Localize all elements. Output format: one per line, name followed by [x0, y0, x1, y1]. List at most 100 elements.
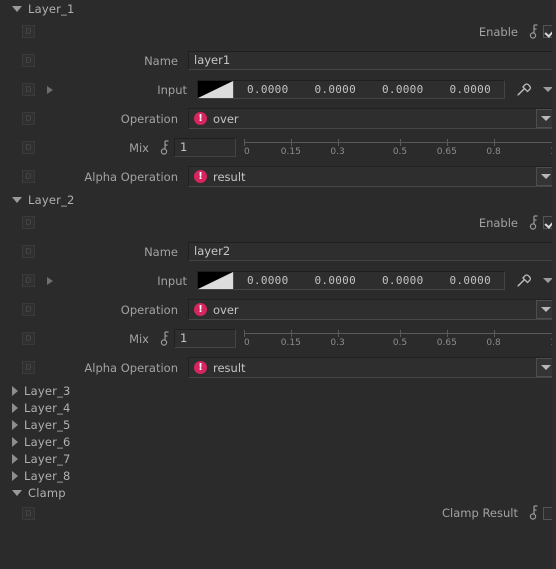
triangle-right-icon[interactable]: [12, 385, 18, 396]
group-header[interactable]: Layer_7: [0, 450, 556, 467]
arrow-glyph: [540, 365, 551, 370]
error-icon: !: [194, 303, 207, 316]
triangle-down-icon[interactable]: [12, 489, 22, 496]
property-dim-icon[interactable]: D: [22, 245, 35, 258]
property-dim-icon[interactable]: D: [22, 141, 35, 154]
eyedropper-icon[interactable]: [515, 81, 532, 98]
mix-value-input[interactable]: 1: [174, 329, 236, 348]
property-row: D Enable: [0, 17, 556, 46]
property-dim-icon[interactable]: D: [22, 170, 35, 183]
channel-value[interactable]: 0.0000: [369, 274, 437, 287]
slider-tick: [493, 330, 495, 337]
triangle-down-icon[interactable]: [12, 196, 22, 203]
property-row: D Name layer1: [0, 46, 556, 75]
dropdown-value: result: [213, 360, 246, 375]
operation-dropdown[interactable]: ! over: [188, 299, 556, 320]
property-row: D Clamp Result: [0, 501, 556, 525]
triangle-right-icon[interactable]: [12, 436, 18, 447]
channel-value[interactable]: 0.0000: [302, 83, 370, 96]
property-row: D Input 0.0000 0.0000 0.0000 0.0000: [0, 75, 556, 104]
triangle-down-icon[interactable]: [12, 5, 22, 12]
property-dim-icon[interactable]: D: [22, 361, 35, 374]
input-color-field[interactable]: 0.0000 0.0000 0.0000 0.0000: [197, 80, 505, 99]
slider-tick: [290, 330, 292, 337]
group-header[interactable]: Layer_4: [0, 399, 556, 416]
arrow-glyph: [540, 174, 551, 179]
group-title: Layer_5: [24, 417, 71, 432]
operation-dropdown[interactable]: ! result: [188, 166, 556, 187]
triangle-right-icon[interactable]: [12, 470, 18, 481]
group-title: Layer_3: [24, 383, 71, 398]
group-header[interactable]: Clamp: [0, 484, 556, 501]
mix-slider[interactable]: 00.150.30.50.650.81: [244, 328, 556, 349]
triangle-right-icon[interactable]: [12, 453, 18, 464]
property-label: Enable: [478, 24, 518, 39]
gradient-swatch-icon[interactable]: [198, 81, 233, 98]
node-properties-panel: Layer_1 D Enable D Name layer1 D Input 0.0000 0.0…: [0, 0, 556, 569]
animation-key-icon[interactable]: [159, 139, 170, 157]
eyedropper-icon[interactable]: [515, 272, 532, 289]
property-control: ! over: [188, 299, 556, 320]
group-title: Layer_8: [24, 468, 71, 483]
operation-dropdown[interactable]: ! result: [188, 357, 556, 378]
property-label: Name: [144, 53, 178, 68]
property-row: DMix100.150.30.50.650.81: [0, 133, 556, 162]
group-header[interactable]: Layer_3: [0, 382, 556, 399]
slider-tick: [290, 139, 292, 146]
group-title: Layer_4: [24, 400, 71, 415]
property-dim-icon[interactable]: D: [22, 83, 35, 96]
property-row: D Input 0.0000 0.0000 0.0000 0.0000: [0, 266, 556, 295]
group-header[interactable]: Layer_2: [0, 191, 556, 208]
triangle-right-icon[interactable]: [12, 419, 18, 430]
channel-value[interactable]: 0.0000: [302, 274, 370, 287]
group-title: Layer_6: [24, 434, 71, 449]
property-dim-icon[interactable]: D: [22, 216, 35, 229]
slider-tick: [244, 330, 245, 337]
slider-tick-label: 0.8: [486, 147, 501, 157]
group-header[interactable]: Layer_6: [0, 433, 556, 450]
property-dim-icon[interactable]: D: [22, 25, 35, 38]
gradient-swatch-icon[interactable]: [198, 272, 233, 289]
property-row: D Operation ! over: [0, 295, 556, 324]
channel-value[interactable]: 0.0000: [369, 83, 437, 96]
animation-key-icon[interactable]: [528, 214, 539, 232]
property-dim-icon[interactable]: D: [22, 332, 35, 345]
property-dim-icon[interactable]: D: [22, 303, 35, 316]
animation-key-icon[interactable]: [159, 330, 170, 348]
slider-tick-label: 0.3: [330, 338, 345, 348]
mix-value-input[interactable]: 1: [174, 138, 236, 157]
slider-tick-label: 0.15: [280, 147, 301, 157]
channel-value[interactable]: 0.0000: [437, 83, 505, 96]
property-control: ! over: [188, 108, 556, 129]
property-label: Operation: [120, 302, 178, 317]
property-dim-icon[interactable]: D: [22, 274, 35, 287]
group-header[interactable]: Layer_5: [0, 416, 556, 433]
slider-tick: [337, 330, 339, 337]
slider-tick-label: 0.5: [392, 338, 408, 348]
triangle-right-icon[interactable]: [12, 402, 18, 413]
error-icon: !: [194, 112, 207, 125]
mix-slider[interactable]: 00.150.30.50.650.81: [244, 137, 556, 158]
group-header[interactable]: Layer_1: [0, 0, 556, 17]
property-control: ! result: [188, 357, 556, 378]
animation-key-icon[interactable]: [528, 504, 539, 522]
group-header[interactable]: Layer_8: [0, 467, 556, 484]
property-dim-icon[interactable]: D: [22, 112, 35, 125]
channel-value[interactable]: 0.0000: [234, 274, 302, 287]
error-icon: !: [194, 170, 207, 183]
operation-dropdown[interactable]: ! over: [188, 108, 556, 129]
channel-value[interactable]: 0.0000: [234, 83, 302, 96]
property-control: 0.0000 0.0000 0.0000 0.0000: [197, 80, 556, 99]
slider-tick: [337, 139, 339, 146]
channel-value[interactable]: 0.0000: [437, 274, 505, 287]
name-input[interactable]: layer1: [188, 51, 556, 70]
input-color-field[interactable]: 0.0000 0.0000 0.0000 0.0000: [197, 271, 505, 290]
animation-key-icon[interactable]: [528, 23, 539, 41]
property-row: D Alpha Operation! result: [0, 162, 556, 191]
name-input[interactable]: layer2: [188, 242, 556, 261]
slider-tick-label: 0.15: [280, 338, 301, 348]
vertical-scrollbar[interactable]: [552, 0, 556, 569]
property-dim-icon[interactable]: D: [22, 506, 35, 520]
slider-tick: [244, 139, 245, 146]
property-dim-icon[interactable]: D: [22, 54, 35, 67]
